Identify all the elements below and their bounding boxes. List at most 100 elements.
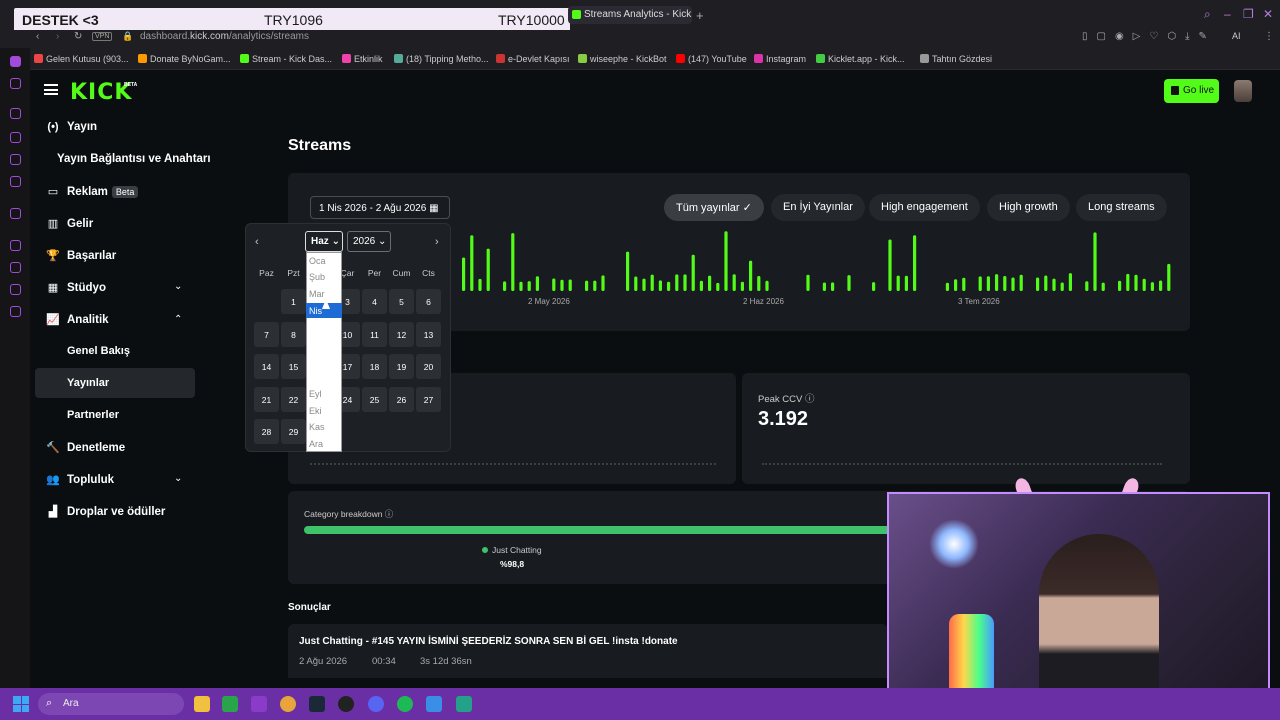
stream-bar[interactable]: [634, 276, 638, 292]
bookmark-etkinlik[interactable]: Etkinlik: [342, 54, 383, 64]
sidebar-app-icon[interactable]: [10, 154, 21, 165]
stream-title[interactable]: Just Chatting - #145 YAYIN İSMİNİ ŞEEDER…: [299, 636, 678, 647]
stream-bar[interactable]: [1060, 282, 1064, 292]
sidebar-app-icon[interactable]: [10, 240, 21, 251]
calendar-day[interactable]: 26: [389, 386, 414, 412]
calendar-day[interactable]: 11: [362, 321, 387, 347]
stream-bar[interactable]: [765, 280, 769, 291]
obs-icon[interactable]: [338, 696, 354, 712]
month-option[interactable]: Mar: [309, 289, 325, 299]
sidebar-item-gelir[interactable]: ▥ Gelir: [46, 217, 93, 230]
home-icon[interactable]: [10, 56, 21, 67]
stream-bar[interactable]: [978, 276, 982, 291]
sidebar-item-studyo[interactable]: ▦ Stüdyo: [46, 281, 106, 294]
stream-bar[interactable]: [527, 281, 531, 291]
stream-bar[interactable]: [822, 282, 826, 292]
avatar[interactable]: [1234, 80, 1252, 102]
stream-bar[interactable]: [986, 276, 990, 291]
filter-long-streams[interactable]: Long streams: [1076, 194, 1167, 221]
menu-icon[interactable]: ⋮: [1264, 31, 1274, 42]
filter-all-streams[interactable]: Tüm yayınlar ✓: [664, 194, 764, 221]
stream-bar[interactable]: [1167, 263, 1171, 291]
steam-icon[interactable]: [309, 696, 325, 712]
aria-ai-button[interactable]: AI: [1232, 31, 1241, 41]
back-icon[interactable]: ‹: [36, 31, 39, 42]
stream-bar[interactable]: [658, 280, 662, 291]
sidebar-item-stream-key[interactable]: Yayın Bağlantısı ve Anahtarı: [57, 153, 211, 165]
stream-bar[interactable]: [601, 275, 605, 291]
stream-bar[interactable]: [1044, 275, 1048, 292]
app-icon[interactable]: [251, 696, 267, 712]
stream-bar[interactable]: [904, 275, 908, 291]
maximize-icon[interactable]: ❐: [1243, 7, 1254, 21]
stream-bar[interactable]: [691, 254, 695, 291]
stream-bar[interactable]: [749, 260, 753, 291]
stream-bar[interactable]: [1150, 282, 1154, 291]
bookmark-edevlet[interactable]: e-Devlet Kapısı: [496, 54, 570, 64]
chrome-icon[interactable]: [280, 696, 296, 712]
stream-bar[interactable]: [945, 282, 949, 291]
year-select[interactable]: 2026 ⌄: [347, 231, 391, 252]
windows-start-icon[interactable]: [13, 696, 29, 712]
stream-bar[interactable]: [757, 276, 761, 291]
sidebar-item-reklam[interactable]: ▭ Reklam Beta: [46, 185, 139, 198]
stream-bar[interactable]: [486, 248, 490, 291]
stream-bar[interactable]: [593, 280, 597, 291]
lock-icon[interactable]: 🔒: [122, 31, 133, 42]
next-month-icon[interactable]: ›: [435, 236, 439, 248]
calendar-day[interactable]: 1: [281, 289, 306, 314]
filter-top-streams[interactable]: En İyi Yayınlar: [771, 194, 865, 221]
stream-bar[interactable]: [1085, 281, 1089, 291]
stream-bar[interactable]: [995, 274, 999, 291]
calendar-day[interactable]: 7: [254, 321, 279, 347]
bookmark-youtube[interactable]: (147) YouTube: [676, 54, 747, 64]
stream-bar[interactable]: [568, 279, 572, 292]
bookmark-tipping[interactable]: (18) Tipping Metho...: [394, 54, 489, 64]
calendar-day[interactable]: 14: [254, 354, 279, 379]
stream-bar[interactable]: [535, 276, 539, 291]
stream-bar[interactable]: [724, 231, 728, 291]
chevron-down-icon[interactable]: ⌄: [174, 473, 182, 484]
stream-bar[interactable]: [1159, 280, 1163, 292]
stream-bar[interactable]: [1126, 273, 1130, 291]
month-select[interactable]: Haz ⌄: [305, 231, 343, 252]
sidebar-item-basarilar[interactable]: 🏆 Başarılar: [46, 249, 116, 262]
calendar-day[interactable]: 21: [254, 386, 279, 412]
stream-bar[interactable]: [699, 280, 703, 291]
calendar-day[interactable]: 28: [254, 419, 279, 444]
calendar-day[interactable]: 8: [281, 321, 306, 347]
stream-bar[interactable]: [675, 274, 679, 291]
month-option-selected[interactable]: Nis: [309, 306, 322, 316]
month-option[interactable]: Oca: [309, 256, 326, 266]
sidebar-app-icon[interactable]: [10, 132, 21, 143]
stream-bar[interactable]: [1134, 274, 1138, 291]
stream-bar[interactable]: [585, 280, 589, 291]
forward-icon[interactable]: ›: [56, 31, 59, 42]
stream-bar[interactable]: [1068, 273, 1072, 291]
calendar-day[interactable]: 5: [389, 289, 414, 314]
stream-bar[interactable]: [642, 278, 646, 291]
stream-bar[interactable]: [847, 275, 851, 291]
calendar-day[interactable]: 13: [416, 321, 441, 347]
app-icon[interactable]: [426, 696, 442, 712]
calendar-day[interactable]: 29: [281, 419, 306, 444]
sidebar-item-topluluk[interactable]: 👥 Topluluk: [46, 473, 114, 486]
stream-bar[interactable]: [462, 257, 466, 292]
calendar-day[interactable]: 22: [281, 386, 306, 412]
twitch-icon[interactable]: [10, 208, 21, 219]
vpn-badge[interactable]: VPN: [92, 32, 113, 41]
stream-bar[interactable]: [552, 278, 556, 292]
calendar-day[interactable]: 6: [416, 289, 441, 314]
stream-bar[interactable]: [511, 233, 515, 291]
minimize-icon[interactable]: –: [1224, 7, 1231, 21]
month-option[interactable]: Eyl: [309, 389, 322, 399]
chevron-down-icon[interactable]: ⌄: [174, 281, 182, 292]
calendar-day[interactable]: 4: [362, 289, 387, 314]
bookmark-kickbot[interactable]: wiseephe - KickBot: [578, 54, 667, 64]
calendar-day[interactable]: 25: [362, 386, 387, 412]
stream-bar[interactable]: [1003, 276, 1007, 291]
month-option[interactable]: Şub: [309, 272, 325, 282]
month-option[interactable]: Ara: [309, 439, 323, 449]
prev-month-icon[interactable]: ‹: [255, 236, 259, 248]
date-range-picker[interactable]: 1 Nis 2026 - 2 Ağu 2026 ▦: [310, 196, 450, 219]
